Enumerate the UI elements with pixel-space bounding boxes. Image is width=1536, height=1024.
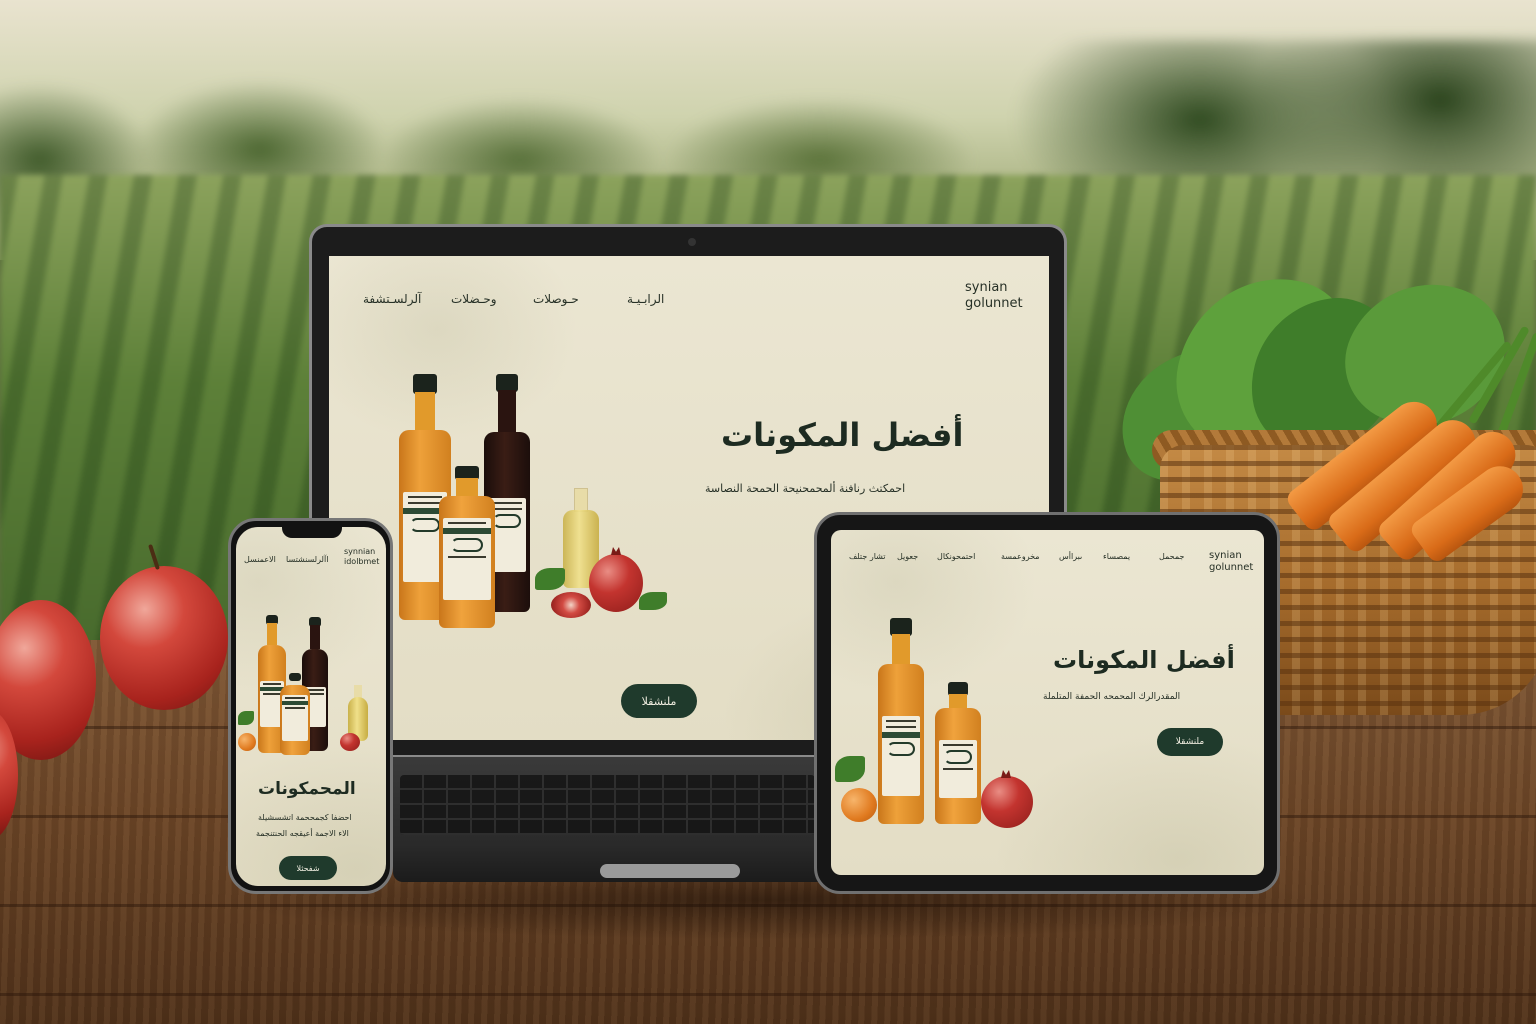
nav-link-3[interactable]: وحـضلات: [451, 292, 497, 306]
phone-brand-logo[interactable]: synnian idolbmet: [344, 547, 379, 567]
phone-hero-title: المحمكونات: [258, 779, 356, 799]
brand-logo[interactable]: synian golunnet: [965, 280, 1023, 312]
orange: [238, 733, 256, 751]
herb-leaf: [535, 568, 565, 590]
laptop-camera-icon: [688, 238, 696, 246]
nav-link-2[interactable]: حـوصلات: [533, 292, 579, 306]
tablet-nav-link-5[interactable]: احتمحونكال: [937, 552, 975, 561]
juice-bottle-small: [280, 673, 310, 755]
nav-link-4[interactable]: آلرلسـتشفة: [363, 292, 421, 306]
orange: [841, 788, 877, 822]
phone-nav-link-2[interactable]: اآلرلسنشتسا: [286, 555, 328, 564]
juice-bottle-small: [439, 466, 495, 628]
tablet-nav-link-7[interactable]: تشار جتلف: [849, 552, 886, 561]
tablet-nav-link-1[interactable]: جمحمل: [1159, 552, 1184, 561]
pomegranate-crown: [1001, 770, 1011, 778]
laptop-keyboard-rows: [400, 775, 815, 835]
pomegranate-crown: [611, 547, 621, 555]
pomegranate: [589, 554, 643, 612]
nav-link-1[interactable]: الرابـيـة: [627, 292, 664, 306]
tablet-cta-button[interactable]: ملنشقلا: [1157, 728, 1223, 756]
pomegranate: [340, 733, 360, 751]
phone-screen: الاعمنسل اآلرلسنشتسا synnian idolbmet ال…: [236, 527, 386, 886]
phone-hero-subtitle-line2: الاء الاجمة أعيقجه الحنتنجمة: [256, 829, 349, 838]
phone-cta-button[interactable]: شفحثلا: [279, 856, 337, 880]
juice-bottle: [878, 618, 924, 824]
pomegranate-half: [551, 592, 591, 618]
laptop-hinge: [600, 864, 740, 878]
tablet-hero-title: أفضل المكونات: [1053, 646, 1235, 674]
pomegranate: [981, 776, 1033, 828]
tablet-screen: جمحمل يمصساء ىبراأس مخروعمسة احتمحونكال …: [831, 530, 1264, 875]
hero-title: أفضل المكونات: [721, 416, 964, 454]
apple: [100, 566, 228, 710]
phone-nav-link-1[interactable]: الاعمنسل: [244, 555, 276, 564]
hero-subtitle: احمكتث رنافنة ألمحمحنيحة الحمحة النصاسة: [705, 482, 906, 495]
cta-button[interactable]: ملنشقلا: [621, 684, 697, 718]
tablet-nav-link-2[interactable]: يمصساء: [1103, 552, 1130, 561]
herb-leaf: [835, 756, 865, 782]
tablet-nav-link-3[interactable]: ىبراأس: [1059, 552, 1082, 561]
phone-hero-subtitle-line1: احضفا كجمححمة اتشسشيلة: [258, 813, 352, 822]
herb-leaf: [639, 592, 667, 610]
tablet-nav-link-6[interactable]: جعويل: [897, 552, 918, 561]
tablet-nav-link-4[interactable]: مخروعمسة: [1001, 552, 1040, 561]
herb-leaf: [238, 711, 254, 725]
phone-notch-icon: [282, 524, 342, 538]
tablet-brand-logo[interactable]: synian golunnet: [1209, 550, 1253, 574]
juice-bottle-small: [935, 682, 981, 824]
tablet-hero-subtitle: المقدرالرك المحمحه الحمفة المتلملة: [1043, 692, 1181, 702]
